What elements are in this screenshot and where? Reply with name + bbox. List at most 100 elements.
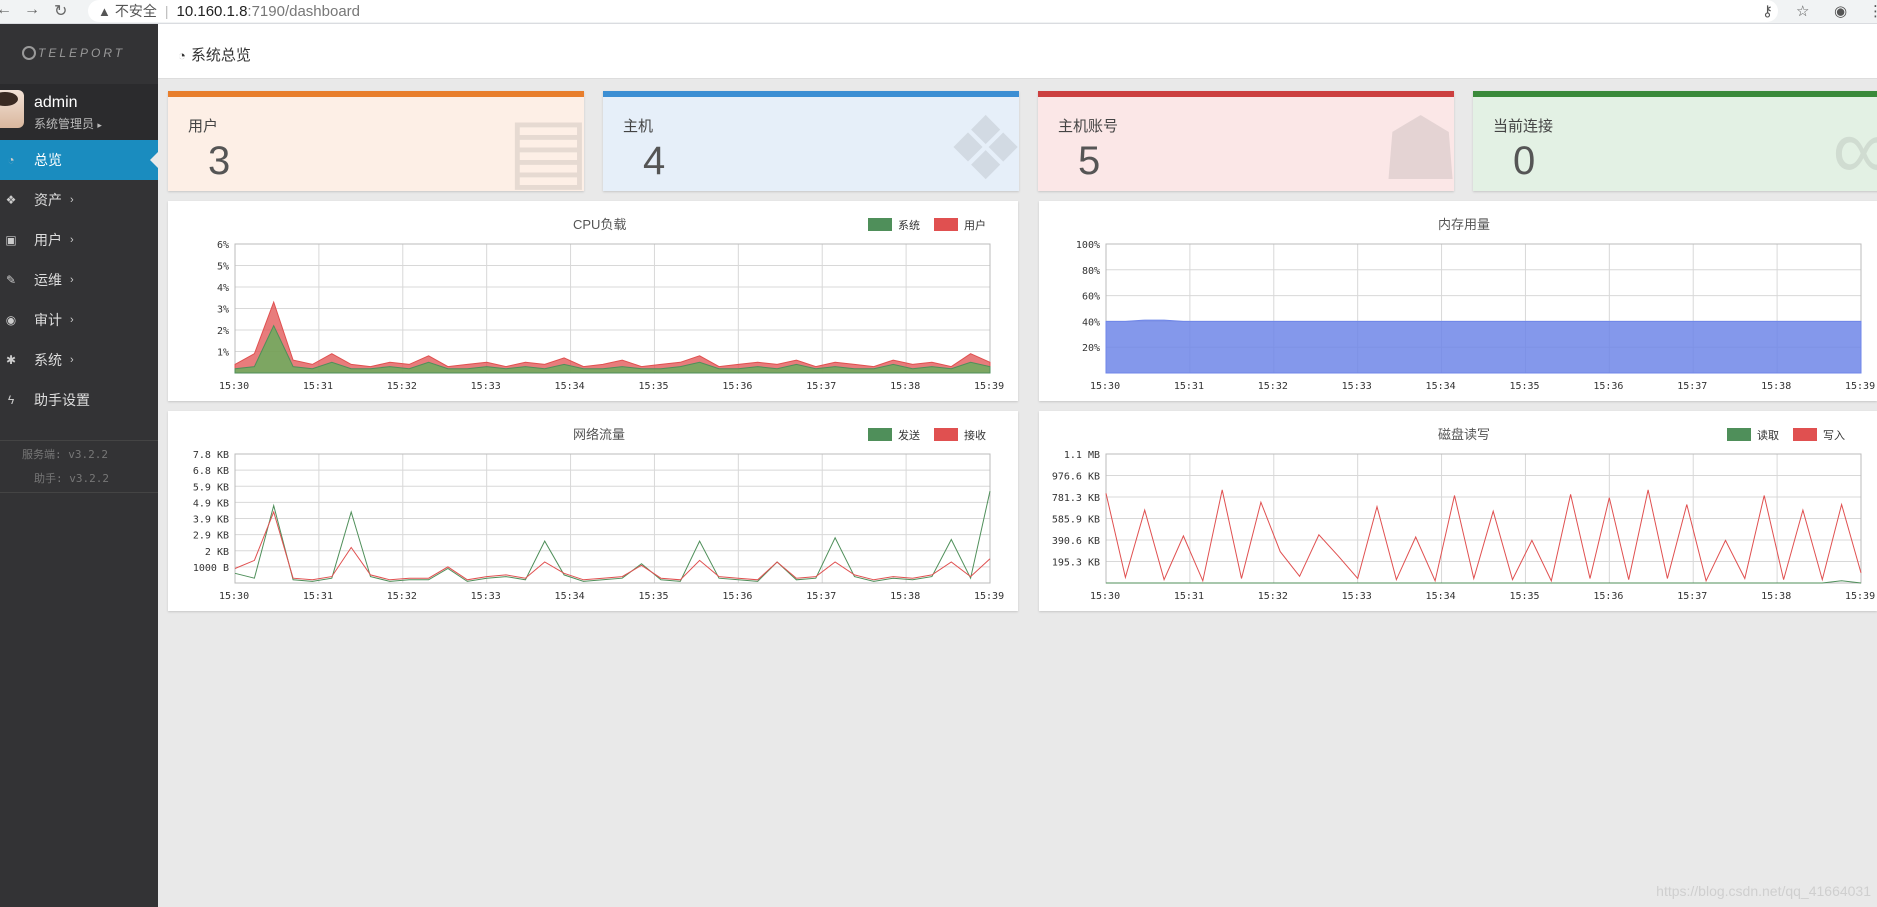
watermark: https://blog.csdn.net/qq_41664031 — [1656, 883, 1871, 899]
key-icon[interactable]: ⚷ — [1762, 2, 1773, 20]
bolt-icon: ϟ — [7, 393, 15, 407]
y-tick-label: 976.6 KB — [1052, 472, 1100, 483]
page-title-text: 系统总览 — [190, 47, 251, 64]
y-tick-label: 390.6 KB — [1052, 536, 1100, 547]
y-tick-label: 5% — [217, 262, 229, 273]
x-tick-label: 15:35 — [1509, 381, 1539, 392]
wrench-icon: ✎ — [5, 273, 17, 287]
sidebar-nav: ◔ 总览 ❖ 资产 › ▣ 用户 › ✎ 运维 › ◉ 审计 › ✱ 系统 › ϟ 助手设置 — [0, 140, 158, 420]
legend-label: 接收 — [964, 428, 986, 442]
sidebar: TELEPORT admin 系统管理员 ▸ ◔ 总览 ❖ 资产 › ▣ 用户 › ✎ 运维 › ◉ 审… — [0, 24, 158, 907]
sidebar-item-3[interactable]: ✎ 运维 › — [0, 260, 158, 300]
sidebar-item-label: 运维 — [34, 272, 62, 288]
legend-label: 发送 — [898, 428, 920, 442]
chart-title: CPU负载 — [573, 217, 626, 232]
x-tick-label: 15:39 — [974, 381, 1004, 392]
user-block[interactable]: admin 系统管理员 ▸ — [0, 84, 158, 140]
user-role[interactable]: 系统管理员 ▸ — [34, 115, 102, 132]
x-tick-label: 15:34 — [555, 591, 585, 602]
y-tick-label: 60% — [1082, 292, 1100, 303]
y-tick-label: 100% — [1076, 240, 1100, 251]
stat-card-0: 用户 3 ▤ — [168, 91, 584, 191]
y-tick-label: 7.8 KB — [193, 450, 229, 461]
sidebar-item-5[interactable]: ✱ 系统 › — [0, 340, 158, 380]
series-area-0 — [1105, 319, 1862, 374]
chart-title: 磁盘读写 — [1438, 427, 1490, 442]
x-tick-label: 15:39 — [1845, 381, 1875, 392]
dashboard-icon: ◔ — [178, 48, 186, 63]
x-tick-label: 15:36 — [722, 591, 752, 602]
chart-svg: 网络流量 发送 接收 15:30 15:31 15:32 15:33 15:34 15:35 15… — [193, 427, 1004, 602]
account-icon[interactable]: ◉ — [1834, 2, 1847, 20]
x-tick-label: 15:31 — [1174, 381, 1204, 392]
sidebar-item-2[interactable]: ▣ 用户 › — [0, 220, 158, 260]
logo-ring-icon — [22, 46, 36, 60]
x-tick-label: 15:38 — [1761, 381, 1791, 392]
x-tick-label: 15:36 — [1593, 381, 1623, 392]
x-tick-label: 15:32 — [1258, 381, 1288, 392]
x-tick-label: 15:34 — [555, 381, 585, 392]
sidebar-item-1[interactable]: ❖ 资产 › — [0, 180, 158, 220]
x-tick-label: 15:38 — [890, 381, 920, 392]
x-tick-label: 15:36 — [722, 381, 752, 392]
x-tick-label: 15:32 — [1258, 591, 1288, 602]
sidebar-item-label: 审计 — [34, 312, 62, 328]
legend-swatch — [868, 218, 892, 231]
legend-swatch — [934, 428, 958, 441]
sidebar-item-label: 用户 — [34, 232, 62, 248]
cubes-icon: ❖ — [5, 193, 17, 207]
address-bar[interactable]: ▲ 不安全 | 10.160.1.8:7190/dashboard — [88, 0, 1778, 22]
series-area-0 — [234, 300, 991, 374]
sidebar-item-label: 系统 — [34, 352, 62, 368]
legend-label: 系统 — [898, 219, 920, 232]
network-chart-panel: 网络流量 发送 接收 15:30 15:31 15:32 15:33 15:34 15:35 15… — [168, 411, 1018, 611]
y-tick-label: 6% — [217, 240, 229, 251]
x-tick-label: 15:37 — [1677, 381, 1707, 392]
forward-icon[interactable]: → — [24, 1, 40, 19]
back-icon[interactable]: ← — [0, 1, 12, 19]
warning-icon: ▲ — [98, 3, 111, 19]
stat-label: 用户 — [188, 118, 219, 135]
logo[interactable]: TELEPORT — [22, 46, 125, 60]
x-tick-label: 15:30 — [1090, 381, 1120, 392]
sidebar-item-6[interactable]: ϟ 助手设置 — [0, 380, 158, 420]
chevron-right-icon: › — [70, 234, 74, 246]
caret-right-icon: ▸ — [97, 120, 102, 130]
y-tick-label: 1000 B — [193, 563, 229, 574]
y-tick-label: 1.1 MB — [1064, 450, 1100, 461]
sidebar-item-label: 助手设置 — [34, 392, 90, 408]
y-tick-label: 1% — [217, 348, 229, 359]
stat-card-3: 当前连接 0 ∞ — [1473, 91, 1877, 191]
reload-icon[interactable]: ↻ — [54, 1, 67, 21]
user-role-label: 系统管理员 — [34, 117, 95, 131]
x-tick-label: 15:34 — [1426, 591, 1456, 602]
x-tick-label: 15:33 — [1342, 381, 1372, 392]
stat-value: 0 — [1513, 139, 1536, 183]
legend-swatch — [1793, 428, 1817, 441]
eye-icon: ◉ — [5, 313, 17, 327]
x-tick-label: 15:31 — [303, 591, 333, 602]
logo-text: TELEPORT — [38, 46, 126, 60]
sidebar-item-0[interactable]: ◔ 总览 — [0, 140, 158, 180]
stat-value: 4 — [643, 139, 666, 183]
y-tick-label: 585.9 KB — [1052, 515, 1100, 526]
chevron-right-icon: › — [70, 354, 74, 366]
series-line-0 — [1106, 580, 1862, 584]
dashboard-icon: ◔ — [7, 153, 15, 167]
sidebar-item-4[interactable]: ◉ 审计 › — [0, 300, 158, 340]
address-card-icon: ▣ — [5, 233, 17, 247]
y-tick-label: 4.9 KB — [193, 498, 229, 509]
star-icon[interactable]: ☆ — [1796, 2, 1809, 20]
x-tick-label: 15:39 — [974, 591, 1004, 602]
legend-label: 读取 — [1757, 428, 1779, 442]
menu-icon[interactable]: ⋮ — [1868, 2, 1877, 20]
y-tick-label: 40% — [1082, 317, 1100, 328]
x-tick-label: 15:37 — [806, 381, 836, 392]
link-icon: ∞ — [1832, 105, 1877, 192]
legend-swatch — [868, 428, 892, 441]
x-tick-label: 15:30 — [1090, 591, 1120, 602]
assist-version: 助手: v3.2.2 — [34, 472, 109, 485]
page-header: ◔ 系统总览 — [158, 24, 1877, 79]
url-host: 10.160.1.8 — [176, 2, 248, 20]
y-tick-label: 4% — [217, 283, 229, 294]
